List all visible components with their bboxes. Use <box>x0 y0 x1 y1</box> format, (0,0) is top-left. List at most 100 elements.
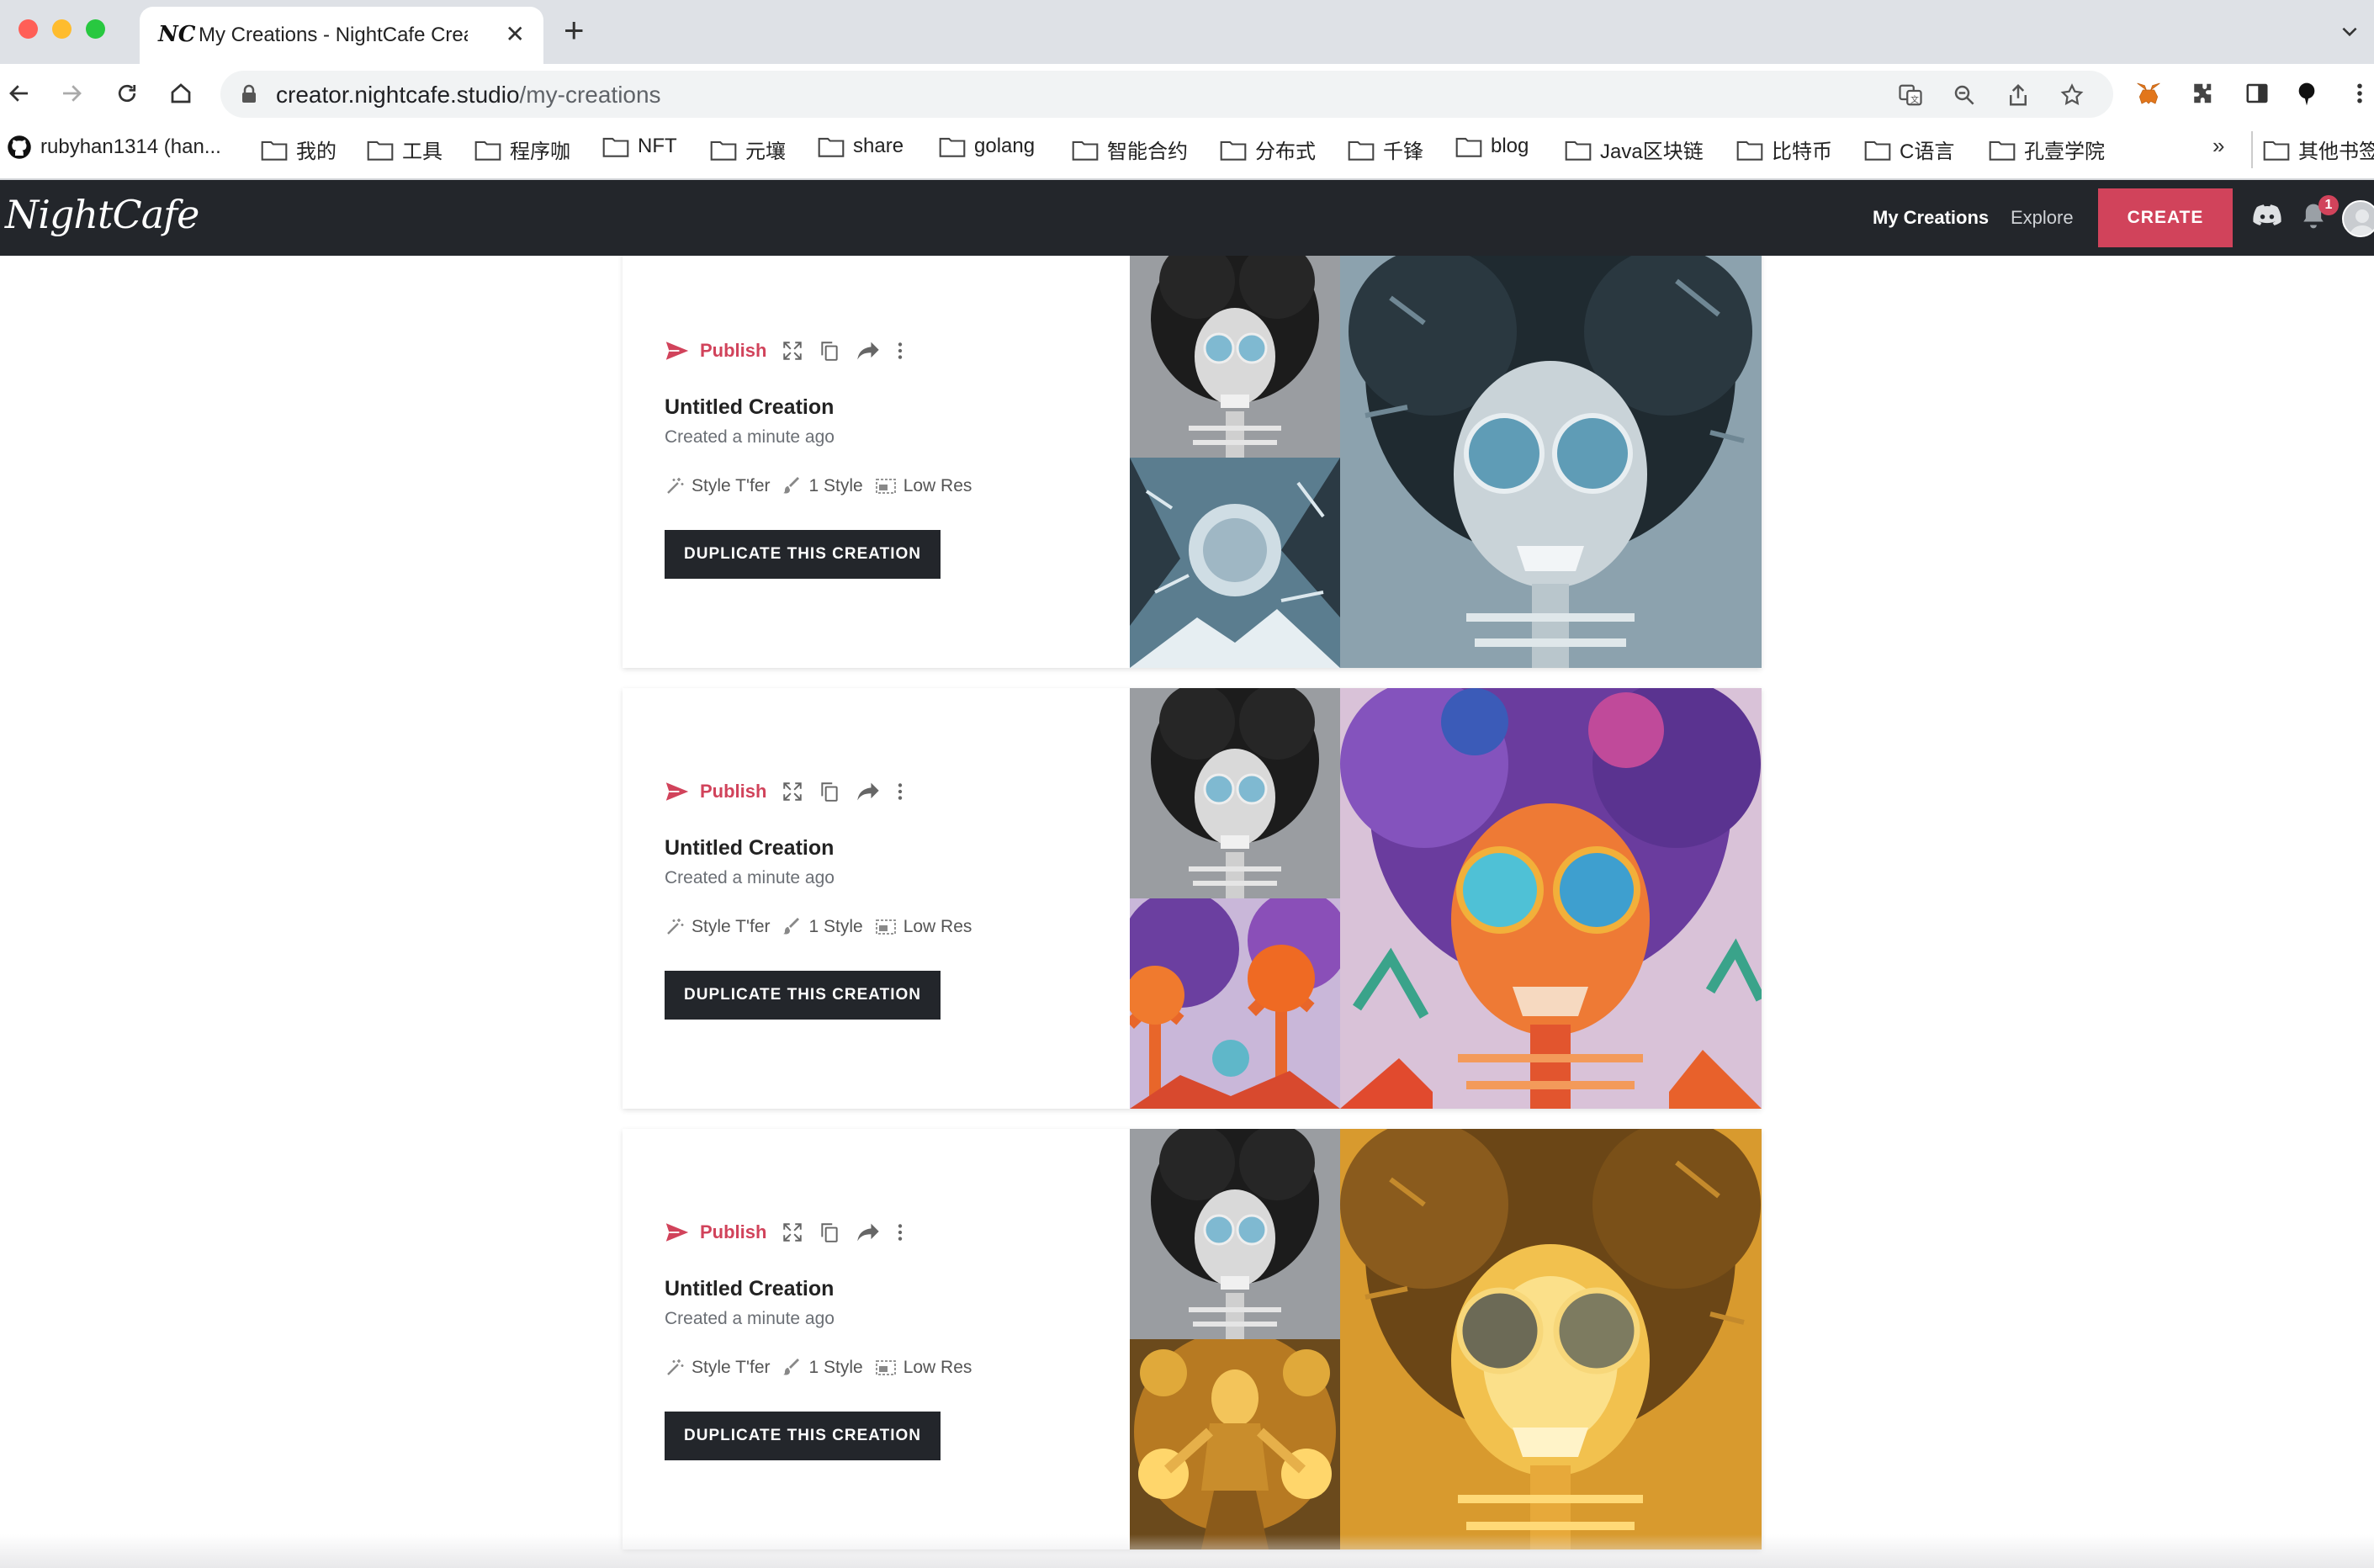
share-arrow-icon[interactable] <box>856 1221 881 1243</box>
more-options-icon[interactable] <box>896 781 904 803</box>
user-avatar[interactable] <box>2342 200 2374 237</box>
style-image-thumbnail[interactable] <box>1130 458 1340 668</box>
send-icon <box>665 1223 689 1242</box>
creation-actions: Publish <box>665 1221 904 1243</box>
share-arrow-icon[interactable] <box>856 340 881 362</box>
reload-icon[interactable] <box>114 81 140 106</box>
bookmark-folder[interactable]: blog <box>1455 135 1529 158</box>
profile-avatar-icon[interactable] <box>2293 81 2320 108</box>
creation-info: Publish Untitled Creation Created a minu… <box>665 1129 1119 1549</box>
bookmark-star-icon[interactable] <box>2059 82 2085 108</box>
home-icon[interactable] <box>168 81 193 106</box>
tab-close-icon[interactable]: ✕ <box>506 20 525 48</box>
creation-card: Publish Untitled Creation Created a minu… <box>623 688 1762 1109</box>
result-image[interactable] <box>1340 256 1762 668</box>
nav-explore[interactable]: Explore <box>2011 207 2074 229</box>
window-minimize-button[interactable] <box>52 19 72 39</box>
content-image-thumbnail[interactable] <box>1130 688 1340 898</box>
bookmarks-overflow-chevron[interactable]: » <box>2212 133 2224 159</box>
translate-icon[interactable]: 文 <box>1898 82 1923 108</box>
creation-title[interactable]: Untitled Creation <box>665 395 834 420</box>
zoom-icon[interactable] <box>1952 82 1977 108</box>
bookmark-folder[interactable]: NFT <box>602 135 677 158</box>
share-arrow-icon[interactable] <box>856 781 881 803</box>
meta-resolution: Low Res <box>875 476 972 496</box>
copy-icon[interactable] <box>819 1221 840 1243</box>
address-bar[interactable]: creator.nightcafe.studio/my-creations 文 <box>220 71 2113 118</box>
send-icon <box>665 342 689 360</box>
bookmark-folder[interactable]: 元壤 <box>710 135 786 164</box>
bookmark-folder[interactable]: 我的 <box>261 135 336 164</box>
browser-menu-icon[interactable] <box>2355 81 2364 106</box>
bookmark-folder[interactable]: 孔壹学院 <box>1989 135 2105 164</box>
window-close-button[interactable] <box>19 19 38 39</box>
result-image[interactable] <box>1340 1129 1762 1549</box>
meta-algorithm: Style T'fer <box>665 476 771 496</box>
nav-my-creations[interactable]: My Creations <box>1873 207 1989 229</box>
folder-icon <box>1736 139 1763 161</box>
github-icon <box>7 135 32 160</box>
publish-button[interactable]: Publish <box>665 340 766 362</box>
expand-icon[interactable] <box>782 1221 803 1243</box>
source-thumbnails <box>1130 688 1340 1109</box>
create-button[interactable]: CREATE <box>2098 188 2233 247</box>
duplicate-creation-button[interactable]: DUPLICATE THIS CREATION <box>665 530 941 579</box>
more-options-icon[interactable] <box>896 1221 904 1243</box>
nightcafe-logo[interactable]: NightCafe <box>5 192 199 237</box>
bookmark-item[interactable]: rubyhan1314 (han... <box>7 135 221 160</box>
publish-button[interactable]: Publish <box>665 1221 766 1243</box>
bookmark-folder[interactable]: share <box>818 135 903 158</box>
folder-icon <box>367 139 394 161</box>
bookmarks-bar: rubyhan1314 (han... 我的 工具 程序咖 NFT 元壤 sha… <box>0 123 2374 180</box>
creation-actions: Publish <box>665 340 904 362</box>
bookmark-folder[interactable]: 千锋 <box>1348 135 1423 164</box>
bookmark-folder[interactable]: golang <box>939 135 1035 158</box>
content-image-thumbnail[interactable] <box>1130 1129 1340 1339</box>
source-thumbnails <box>1130 256 1340 668</box>
publish-button[interactable]: Publish <box>665 781 766 803</box>
expand-icon[interactable] <box>782 781 803 803</box>
extensions-puzzle-icon[interactable] <box>2189 81 2214 106</box>
folder-icon <box>1072 139 1099 161</box>
creation-meta: Style T'fer 1 Style Low Res <box>665 1358 983 1378</box>
duplicate-creation-button[interactable]: DUPLICATE THIS CREATION <box>665 971 941 1020</box>
tab-search-chevron-icon[interactable] <box>2339 20 2361 42</box>
content-image-thumbnail[interactable] <box>1130 256 1340 458</box>
magic-wand-icon <box>667 1359 684 1375</box>
bookmark-folder[interactable]: 程序咖 <box>474 135 570 164</box>
forward-arrow-icon[interactable] <box>59 81 84 106</box>
creation-meta: Style T'fer 1 Style Low Res <box>665 917 983 937</box>
copy-icon[interactable] <box>819 340 840 362</box>
bookmark-folder[interactable]: C语言 <box>1864 135 1954 164</box>
bookmark-folder[interactable]: Java区块链 <box>1565 135 1704 164</box>
expand-icon[interactable] <box>782 340 803 362</box>
creation-title[interactable]: Untitled Creation <box>665 836 834 861</box>
source-thumbnails <box>1130 1129 1340 1549</box>
style-image-thumbnail[interactable] <box>1130 1339 1340 1549</box>
folder-icon <box>710 139 737 161</box>
browser-tab[interactable]: NC My Creations - NightCafe Creator ✕ <box>140 7 543 64</box>
creation-info: Publish Untitled Creation Created a minu… <box>665 256 1119 668</box>
window-maximize-button[interactable] <box>86 19 105 39</box>
bookmark-folder[interactable]: 比特币 <box>1736 135 1832 164</box>
folder-icon <box>1864 139 1891 161</box>
creation-title[interactable]: Untitled Creation <box>665 1277 834 1301</box>
metamask-fox-icon[interactable] <box>2135 81 2162 106</box>
new-tab-button[interactable]: + <box>564 10 585 50</box>
discord-icon[interactable] <box>2251 204 2283 229</box>
back-arrow-icon[interactable] <box>7 81 32 106</box>
duplicate-creation-button[interactable]: DUPLICATE THIS CREATION <box>665 1412 941 1460</box>
style-image-thumbnail[interactable] <box>1130 898 1340 1109</box>
image-resolution-icon <box>875 919 896 935</box>
folder-icon <box>1565 139 1592 161</box>
copy-icon[interactable] <box>819 781 840 803</box>
bookmark-folder[interactable]: 分布式 <box>1220 135 1316 164</box>
bookmark-folder[interactable]: 智能合约 <box>1072 135 1188 164</box>
side-panel-icon[interactable] <box>2244 81 2270 106</box>
bookmark-folder[interactable]: 工具 <box>367 135 442 164</box>
share-icon[interactable] <box>2006 82 2031 108</box>
more-options-icon[interactable] <box>896 340 904 362</box>
creation-meta: Style T'fer 1 Style Low Res <box>665 476 983 496</box>
result-image[interactable] <box>1340 688 1762 1109</box>
other-bookmarks-folder[interactable]: 其他书签 <box>2263 135 2374 164</box>
